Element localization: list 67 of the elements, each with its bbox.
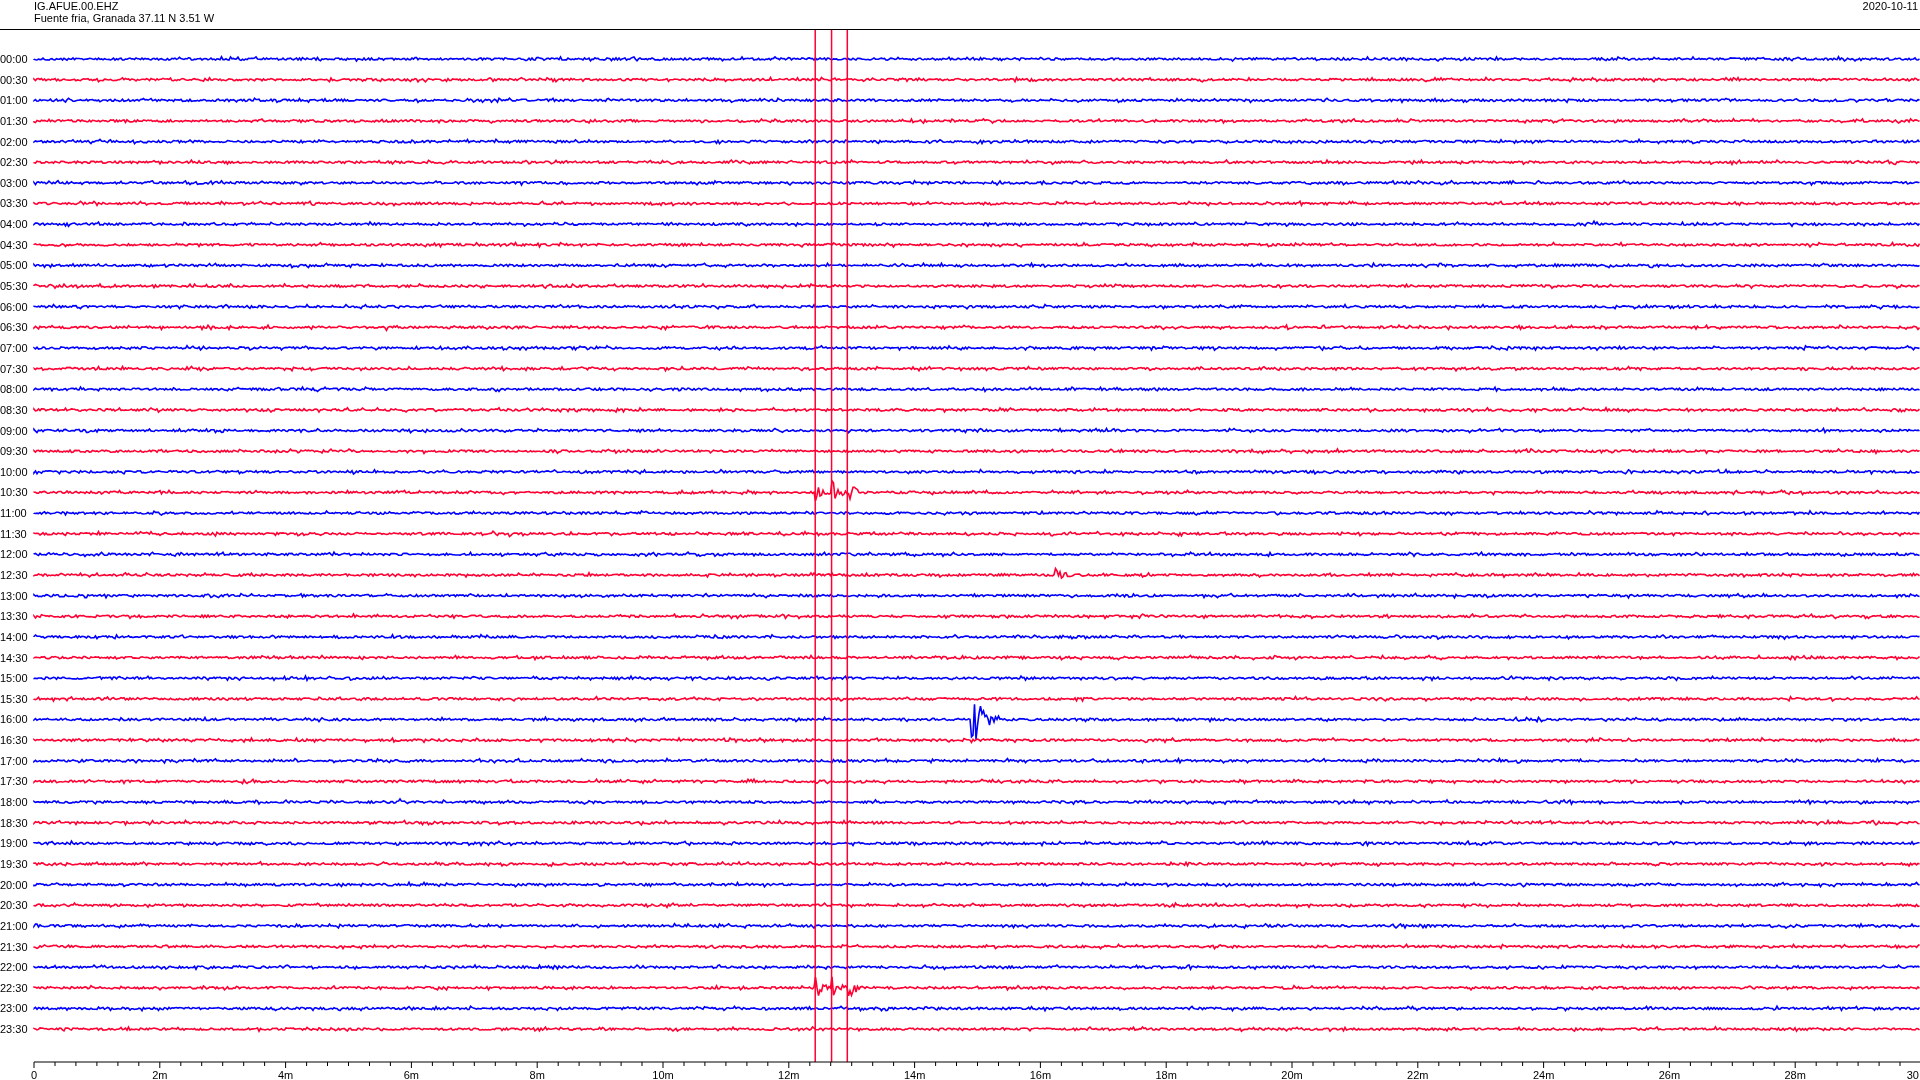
time-label: 09:00 bbox=[0, 424, 28, 437]
time-label: 23:00 bbox=[0, 1002, 28, 1015]
axis-tick-label: 22m bbox=[1407, 1069, 1429, 1080]
time-label: 12:00 bbox=[0, 548, 28, 561]
time-label: 17:30 bbox=[0, 775, 28, 788]
time-label: 23:30 bbox=[0, 1023, 28, 1036]
axis-tick-label: 18m bbox=[1155, 1069, 1177, 1080]
time-label: 15:30 bbox=[0, 692, 28, 705]
time-label: 12:30 bbox=[0, 569, 28, 581]
station-location: Fuente fria, Granada 37.11 N 3.51 W bbox=[34, 12, 215, 24]
time-label: 02:00 bbox=[0, 135, 28, 148]
time-label: 19:30 bbox=[0, 857, 28, 870]
time-label: 08:30 bbox=[0, 403, 28, 416]
time-label: 20:30 bbox=[0, 899, 28, 912]
axis-tick-label: 12m bbox=[778, 1069, 800, 1080]
axis-tick-label: 4m bbox=[277, 1069, 294, 1080]
time-label: 04:30 bbox=[0, 238, 28, 251]
time-label: 07:00 bbox=[0, 341, 28, 354]
plot-date: 2020-10-11 bbox=[1862, 0, 1918, 12]
station-code: IG.AFUE.00.EHZ bbox=[34, 0, 120, 12]
axis-tick-label: 30 bbox=[1906, 1069, 1919, 1080]
axis-tick-label: 26m bbox=[1658, 1069, 1681, 1080]
time-label: 21:00 bbox=[0, 919, 28, 932]
time-label: 22:30 bbox=[0, 981, 28, 994]
time-label: 13:30 bbox=[0, 610, 28, 623]
time-label: 20:00 bbox=[0, 878, 28, 891]
time-label: 01:30 bbox=[0, 114, 28, 127]
time-label: 21:30 bbox=[0, 940, 28, 953]
axis-tick-label: 20m bbox=[1281, 1069, 1303, 1080]
time-label: 05:00 bbox=[0, 259, 28, 272]
time-label: 18:00 bbox=[0, 796, 28, 809]
time-label: 00:30 bbox=[0, 73, 28, 86]
time-label: 11:00 bbox=[0, 507, 27, 520]
axis-tick-label: 16m bbox=[1029, 1069, 1052, 1080]
time-label: 09:30 bbox=[0, 445, 28, 458]
time-label: 02:30 bbox=[0, 156, 28, 169]
time-label: 18:30 bbox=[0, 816, 28, 829]
axis-tick-label: 2m bbox=[152, 1069, 168, 1080]
time-label: 03:00 bbox=[0, 176, 28, 189]
axis-tick-label: 0 bbox=[31, 1069, 38, 1080]
axis-tick-label: 10m bbox=[652, 1069, 674, 1080]
time-label: 16:00 bbox=[0, 713, 28, 726]
time-label: 22:00 bbox=[0, 961, 28, 974]
time-label: 00:00 bbox=[0, 53, 28, 65]
axis-tick-label: 6m bbox=[403, 1069, 420, 1080]
time-label: 16:30 bbox=[0, 734, 28, 747]
time-label: 10:00 bbox=[0, 465, 28, 478]
axis-tick-label: 28m bbox=[1784, 1069, 1806, 1080]
time-label: 14:00 bbox=[0, 630, 28, 643]
time-label: 13:00 bbox=[0, 589, 28, 602]
time-label: 19:00 bbox=[0, 837, 28, 850]
axis-tick-label: 14m bbox=[903, 1069, 926, 1080]
time-label: 04:00 bbox=[0, 218, 28, 231]
time-label: 11:30 bbox=[0, 527, 27, 540]
time-label: 01:00 bbox=[0, 94, 28, 107]
time-label: 06:00 bbox=[0, 300, 28, 313]
time-label: 17:00 bbox=[0, 754, 28, 767]
time-label: 15:00 bbox=[0, 672, 28, 685]
time-label: 05:30 bbox=[0, 280, 28, 293]
time-label: 14:30 bbox=[0, 651, 28, 664]
time-label: 07:30 bbox=[0, 362, 28, 375]
time-label: 06:30 bbox=[0, 321, 28, 334]
time-label: 08:00 bbox=[0, 383, 28, 396]
time-label: 10:30 bbox=[0, 486, 28, 499]
time-label: 03:30 bbox=[0, 197, 28, 210]
axis-tick-label: 8m bbox=[529, 1069, 545, 1080]
axis-tick-label: 24m bbox=[1532, 1069, 1555, 1080]
